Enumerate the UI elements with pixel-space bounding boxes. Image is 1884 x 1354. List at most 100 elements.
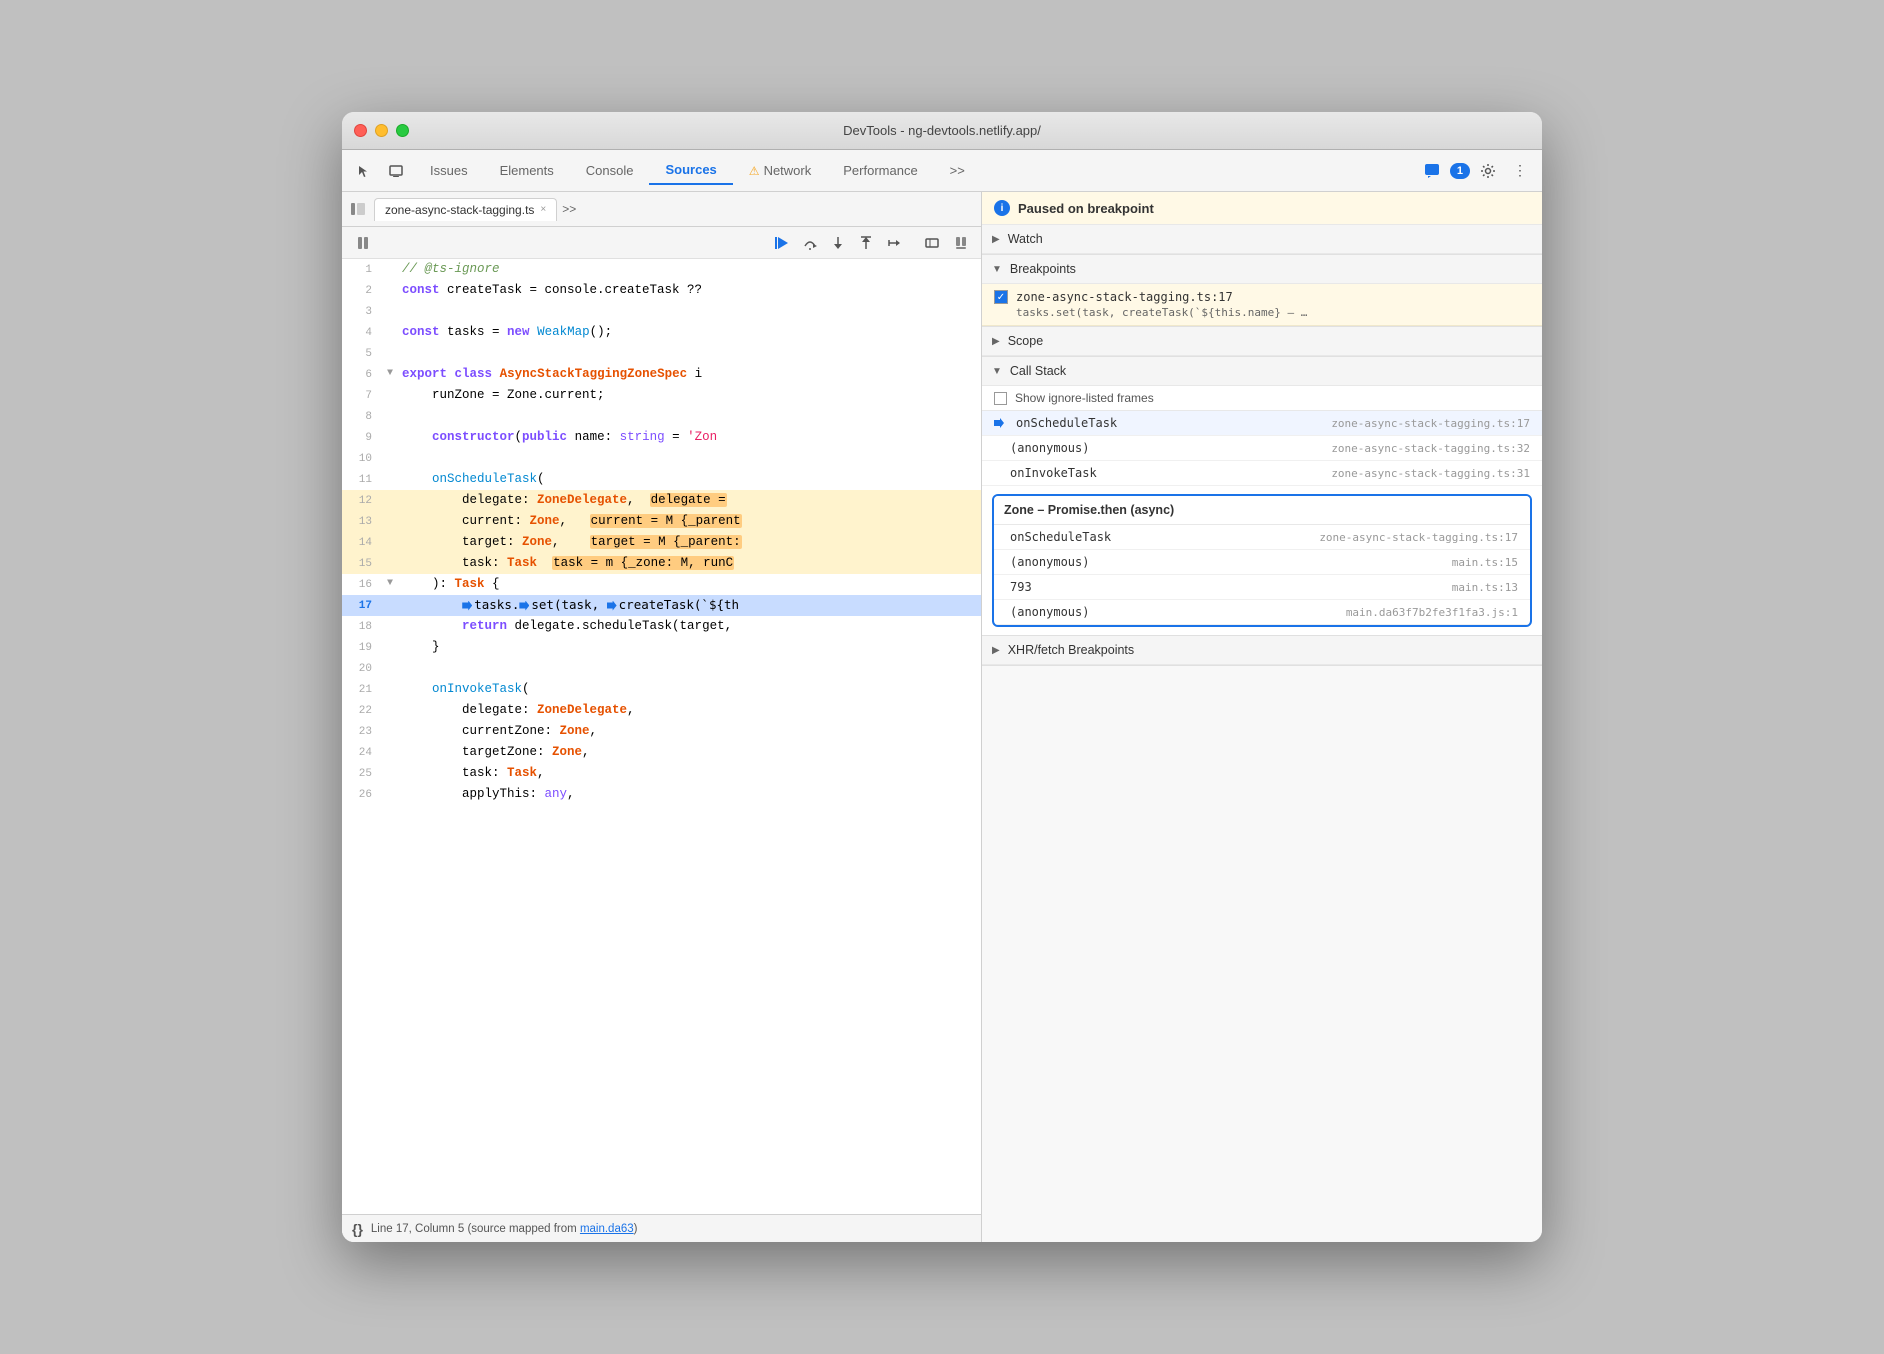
frame-arrow-1 bbox=[994, 418, 1004, 428]
debug-panel: i Paused on breakpoint ▶ Watch ▼ Breakpo… bbox=[982, 192, 1542, 1242]
chat-icon[interactable] bbox=[1418, 157, 1446, 185]
resume-icon[interactable] bbox=[769, 230, 795, 256]
tab-sources[interactable]: Sources bbox=[649, 156, 732, 185]
tab-console[interactable]: Console bbox=[570, 157, 650, 184]
ignore-checkbox[interactable] bbox=[994, 392, 1007, 405]
window-title: DevTools - ng-devtools.netlify.app/ bbox=[843, 123, 1041, 138]
code-line-16: 16 ▼ ): Task { bbox=[342, 574, 981, 595]
code-line-13: 13 current: Zone, current = M {_parent bbox=[342, 511, 981, 532]
sidebar-toggle[interactable] bbox=[346, 197, 370, 221]
code-area[interactable]: 1 // @ts-ignore 2 const createTask = con… bbox=[342, 259, 981, 1214]
bp-row: ✓ zone-async-stack-tagging.ts:17 bbox=[994, 290, 1530, 304]
xhr-triangle: ▶ bbox=[992, 645, 1000, 656]
step-into-icon[interactable] bbox=[825, 230, 851, 256]
tab-elements[interactable]: Elements bbox=[484, 157, 570, 184]
async-frame-1[interactable]: onScheduleTask zone-async-stack-tagging.… bbox=[994, 525, 1530, 550]
tab-issues[interactable]: Issues bbox=[414, 157, 484, 184]
breakpoints-section: ▼ Breakpoints ✓ zone-async-stack-tagging… bbox=[982, 255, 1542, 327]
async-frame-file-1: zone-async-stack-tagging.ts:17 bbox=[1319, 531, 1518, 544]
debug-controls-left bbox=[350, 230, 376, 256]
chat-badge: 1 bbox=[1450, 163, 1470, 179]
close-button[interactable] bbox=[354, 124, 367, 137]
settings-icon[interactable] bbox=[1474, 157, 1502, 185]
async-frame-4[interactable]: (anonymous) main.da63f7b2fe3f1fa3.js:1 bbox=[994, 600, 1530, 625]
tab-performance[interactable]: Performance bbox=[827, 157, 933, 184]
step-icon[interactable] bbox=[881, 230, 907, 256]
tab-network[interactable]: ⚠ Network bbox=[733, 157, 827, 184]
file-tab-close[interactable]: × bbox=[540, 204, 546, 215]
code-line-9: 9 constructor(public name: string = 'Zon bbox=[342, 427, 981, 448]
async-frame-file-3: main.ts:13 bbox=[1452, 581, 1518, 594]
callstack-header[interactable]: ▼ Call Stack bbox=[982, 357, 1542, 386]
file-tabs: zone-async-stack-tagging.ts × >> bbox=[342, 192, 981, 227]
step-over-icon[interactable] bbox=[797, 230, 823, 256]
code-line-15: 15 task: Task task = m {_zone: M, runC bbox=[342, 553, 981, 574]
callstack-frame-3[interactable]: onInvokeTask zone-async-stack-tagging.ts… bbox=[982, 461, 1542, 486]
debug-controls-right bbox=[769, 230, 973, 256]
bp-checkbox[interactable]: ✓ bbox=[994, 290, 1008, 304]
watch-header[interactable]: ▶ Watch bbox=[982, 225, 1542, 254]
info-icon: i bbox=[994, 200, 1010, 216]
code-line-10: 10 bbox=[342, 448, 981, 469]
bp-filename: zone-async-stack-tagging.ts:17 bbox=[1016, 290, 1233, 304]
step-out-icon[interactable] bbox=[853, 230, 879, 256]
code-line-3: 3 bbox=[342, 301, 981, 322]
code-line-19: 19 } bbox=[342, 637, 981, 658]
callstack-frame-1[interactable]: onScheduleTask zone-async-stack-tagging.… bbox=[982, 411, 1542, 436]
code-line-7: 7 runZone = Zone.current; bbox=[342, 385, 981, 406]
frame-name-1: onScheduleTask bbox=[1016, 416, 1117, 430]
titlebar: DevTools - ng-devtools.netlify.app/ bbox=[342, 112, 1542, 150]
paused-text: Paused on breakpoint bbox=[1018, 201, 1154, 216]
file-tab-name: zone-async-stack-tagging.ts bbox=[385, 203, 534, 217]
pause-nav-icon[interactable] bbox=[350, 230, 376, 256]
frame-file-2: zone-async-stack-tagging.ts:32 bbox=[1331, 442, 1530, 455]
code-line-8: 8 bbox=[342, 406, 981, 427]
callstack-section: ▼ Call Stack Show ignore-listed frames o… bbox=[982, 357, 1542, 636]
blackbox-icon[interactable] bbox=[919, 230, 945, 256]
code-controls bbox=[342, 227, 981, 259]
scope-label: Scope bbox=[1008, 334, 1043, 348]
async-frame-3[interactable]: 793 main.ts:13 bbox=[994, 575, 1530, 600]
breakpoints-header[interactable]: ▼ Breakpoints bbox=[982, 255, 1542, 284]
cursor-icon[interactable] bbox=[350, 157, 378, 185]
callstack-frame-2[interactable]: (anonymous) zone-async-stack-tagging.ts:… bbox=[982, 436, 1542, 461]
watch-triangle: ▶ bbox=[992, 234, 1000, 245]
more-options-icon[interactable]: ⋮ bbox=[1506, 157, 1534, 185]
pause-exceptions-icon[interactable] bbox=[947, 230, 973, 256]
status-text: Line 17, Column 5 (source mapped from ma… bbox=[371, 1223, 638, 1235]
async-frame-2[interactable]: (anonymous) main.ts:15 bbox=[994, 550, 1530, 575]
fullscreen-button[interactable] bbox=[396, 124, 409, 137]
toolbar: Issues Elements Console Sources ⚠ Networ… bbox=[342, 150, 1542, 192]
xhr-header[interactable]: ▶ XHR/fetch Breakpoints bbox=[982, 636, 1542, 665]
frame-file-1: zone-async-stack-tagging.ts:17 bbox=[1331, 417, 1530, 430]
status-bar: {} Line 17, Column 5 (source mapped from… bbox=[342, 1214, 981, 1242]
code-line-11: 11 onScheduleTask( bbox=[342, 469, 981, 490]
async-header: Zone – Promise.then (async) bbox=[994, 496, 1530, 525]
code-line-5: 5 bbox=[342, 343, 981, 364]
code-line-4: 4 const tasks = new WeakMap(); bbox=[342, 322, 981, 343]
tab-bar: Issues Elements Console Sources ⚠ Networ… bbox=[414, 156, 1414, 185]
scope-header[interactable]: ▶ Scope bbox=[982, 327, 1542, 356]
code-line-21: 21 onInvokeTask( bbox=[342, 679, 981, 700]
toolbar-right: 1 ⋮ bbox=[1418, 157, 1534, 185]
more-file-tabs[interactable]: >> bbox=[557, 197, 581, 221]
code-line-23: 23 currentZone: Zone, bbox=[342, 721, 981, 742]
code-line-20: 20 bbox=[342, 658, 981, 679]
frame-name-2: (anonymous) bbox=[1010, 441, 1089, 455]
file-tab-zone[interactable]: zone-async-stack-tagging.ts × bbox=[374, 198, 557, 221]
device-icon[interactable] bbox=[382, 157, 410, 185]
frame-name-3: onInvokeTask bbox=[1010, 466, 1097, 480]
format-icon[interactable]: {} bbox=[352, 1221, 363, 1237]
code-line-2: 2 const createTask = console.createTask … bbox=[342, 280, 981, 301]
devtools-window: DevTools - ng-devtools.netlify.app/ Issu… bbox=[342, 112, 1542, 1242]
minimize-button[interactable] bbox=[375, 124, 388, 137]
code-line-17: 17 tasks.set(task, createTask(`${th bbox=[342, 595, 981, 616]
scope-triangle: ▶ bbox=[992, 336, 1000, 347]
more-tabs-button[interactable]: >> bbox=[934, 157, 981, 184]
source-map-link[interactable]: main.da63 bbox=[580, 1223, 634, 1235]
callstack-triangle: ▼ bbox=[992, 366, 1002, 377]
code-line-18: 18 return delegate.scheduleTask(target, bbox=[342, 616, 981, 637]
breakpoints-label: Breakpoints bbox=[1010, 262, 1076, 276]
bp-code: tasks.set(task, createTask(`${this.name}… bbox=[994, 306, 1530, 319]
breakpoint-header: i Paused on breakpoint bbox=[982, 192, 1542, 225]
